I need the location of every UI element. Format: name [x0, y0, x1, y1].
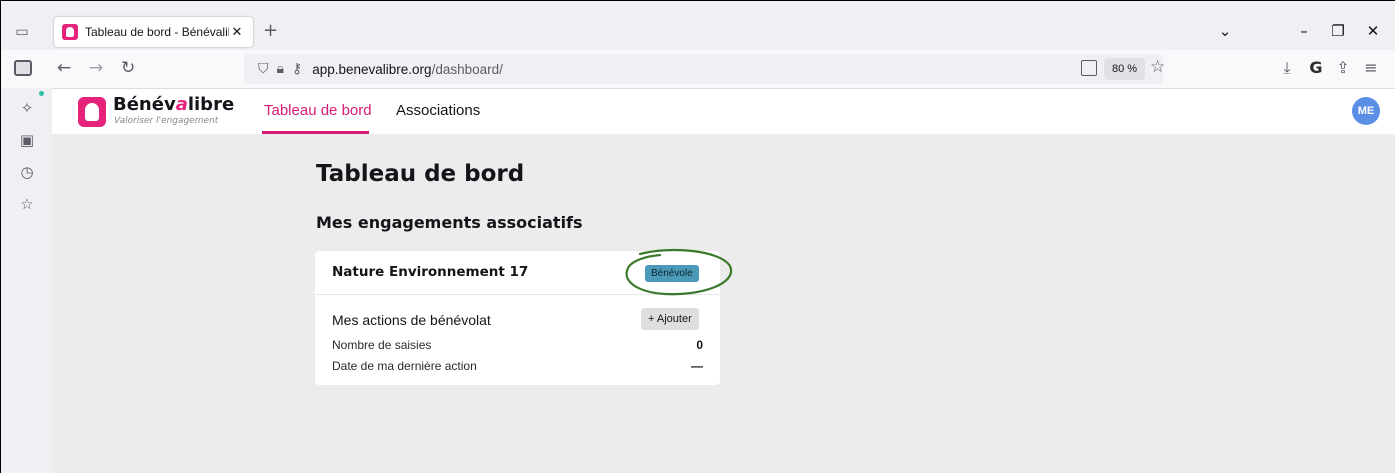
- tab-title: Tableau de bord - Bénévalibre: [85, 25, 229, 39]
- actions-subtitle: Mes actions de bénévolat: [332, 312, 491, 328]
- shield-icon[interactable]: ⛉: [258, 61, 269, 77]
- url-text[interactable]: app.benevalibre.org/dashboard/: [312, 62, 503, 77]
- avatar[interactable]: ME: [1352, 97, 1380, 125]
- close-tab-icon[interactable]: ✕: [229, 25, 245, 40]
- engagement-card: Nature Environnement 17 Bénévole Mes act…: [315, 248, 733, 385]
- forward-button[interactable]: →: [89, 58, 103, 78]
- back-button[interactable]: ←: [57, 58, 71, 78]
- notification-dot: [39, 91, 44, 96]
- reload-button[interactable]: ↻: [121, 58, 135, 78]
- list-all-tabs-button[interactable]: ⌄: [1215, 21, 1235, 41]
- menu-icon[interactable]: ≡: [1361, 58, 1381, 78]
- association-name[interactable]: Nature Environnement 17: [332, 262, 528, 282]
- nav-associations[interactable]: Associations: [396, 101, 480, 121]
- key-icon[interactable]: ⚷: [292, 61, 302, 77]
- new-tab-button[interactable]: +: [263, 21, 278, 41]
- page-title: Tableau de bord: [316, 161, 525, 187]
- brand-tagline: Valoriser l'engagement: [114, 116, 219, 126]
- last-action-date-label: Date de ma dernière action: [332, 359, 477, 373]
- bookmark-star-icon[interactable]: ☆: [1150, 57, 1165, 77]
- brand-name[interactable]: Bénévalibre: [113, 94, 234, 116]
- restore-button[interactable]: ❐: [1328, 21, 1348, 41]
- card-header: Nature Environnement 17 Bénévole: [315, 248, 733, 296]
- zoom-level-badge[interactable]: 80 %: [1104, 58, 1146, 80]
- app-header: Bénévalibre Valoriser l'engagement Table…: [52, 89, 1395, 134]
- active-nav-indicator: [262, 131, 369, 134]
- sidebar-icon[interactable]: [14, 60, 32, 76]
- entries-count-value: 0: [696, 338, 703, 352]
- extension-icon[interactable]: G: [1306, 58, 1326, 78]
- lock-icon[interactable]: 🔒︎: [277, 61, 284, 77]
- add-action-button[interactable]: + Ajouter: [641, 308, 699, 330]
- section-title: Mes engagements associatifs: [316, 213, 583, 232]
- synced-tabs-icon[interactable]: ▣: [17, 131, 37, 149]
- entries-count-label: Nombre de saisies: [332, 338, 432, 352]
- close-window-button[interactable]: ✕: [1363, 21, 1383, 41]
- last-action-date-value: —: [691, 359, 703, 373]
- brand-logo-icon[interactable]: [78, 97, 106, 127]
- browser-sidebar: ✧ ▣ ◷ ☆: [0, 88, 52, 473]
- tab-dashboard[interactable]: Tableau de bord - Bénévalibre ✕: [54, 17, 253, 47]
- history-icon[interactable]: ◷: [17, 163, 37, 181]
- tab-list-icon[interactable]: ▭: [13, 23, 31, 41]
- url-bar[interactable]: ⛉ 🔒︎ ⚷ app.benevalibre.org/dashboard/ 80…: [244, 54, 1165, 84]
- reader-view-icon[interactable]: [1081, 60, 1097, 76]
- page-viewport: Bénévalibre Valoriser l'engagement Table…: [52, 88, 1395, 473]
- site-favicon-icon: [62, 24, 78, 40]
- navigation-bar: ← → ↻ ⛉ 🔒︎ ⚷ app.benevalibre.org/dashboa…: [0, 50, 1395, 88]
- nav-dashboard[interactable]: Tableau de bord: [264, 101, 372, 121]
- download-icon[interactable]: ⤓: [1277, 58, 1297, 78]
- tab-strip: ▭ Tableau de bord - Bénévalibre ✕ + ⌄ – …: [0, 0, 1395, 50]
- role-badge: Bénévole: [645, 265, 699, 282]
- bookmarks-icon[interactable]: ☆: [17, 195, 37, 213]
- share-icon[interactable]: ⇪: [1333, 58, 1353, 78]
- minimize-button[interactable]: –: [1294, 21, 1314, 41]
- ai-sparkle-icon[interactable]: ✧: [17, 99, 37, 117]
